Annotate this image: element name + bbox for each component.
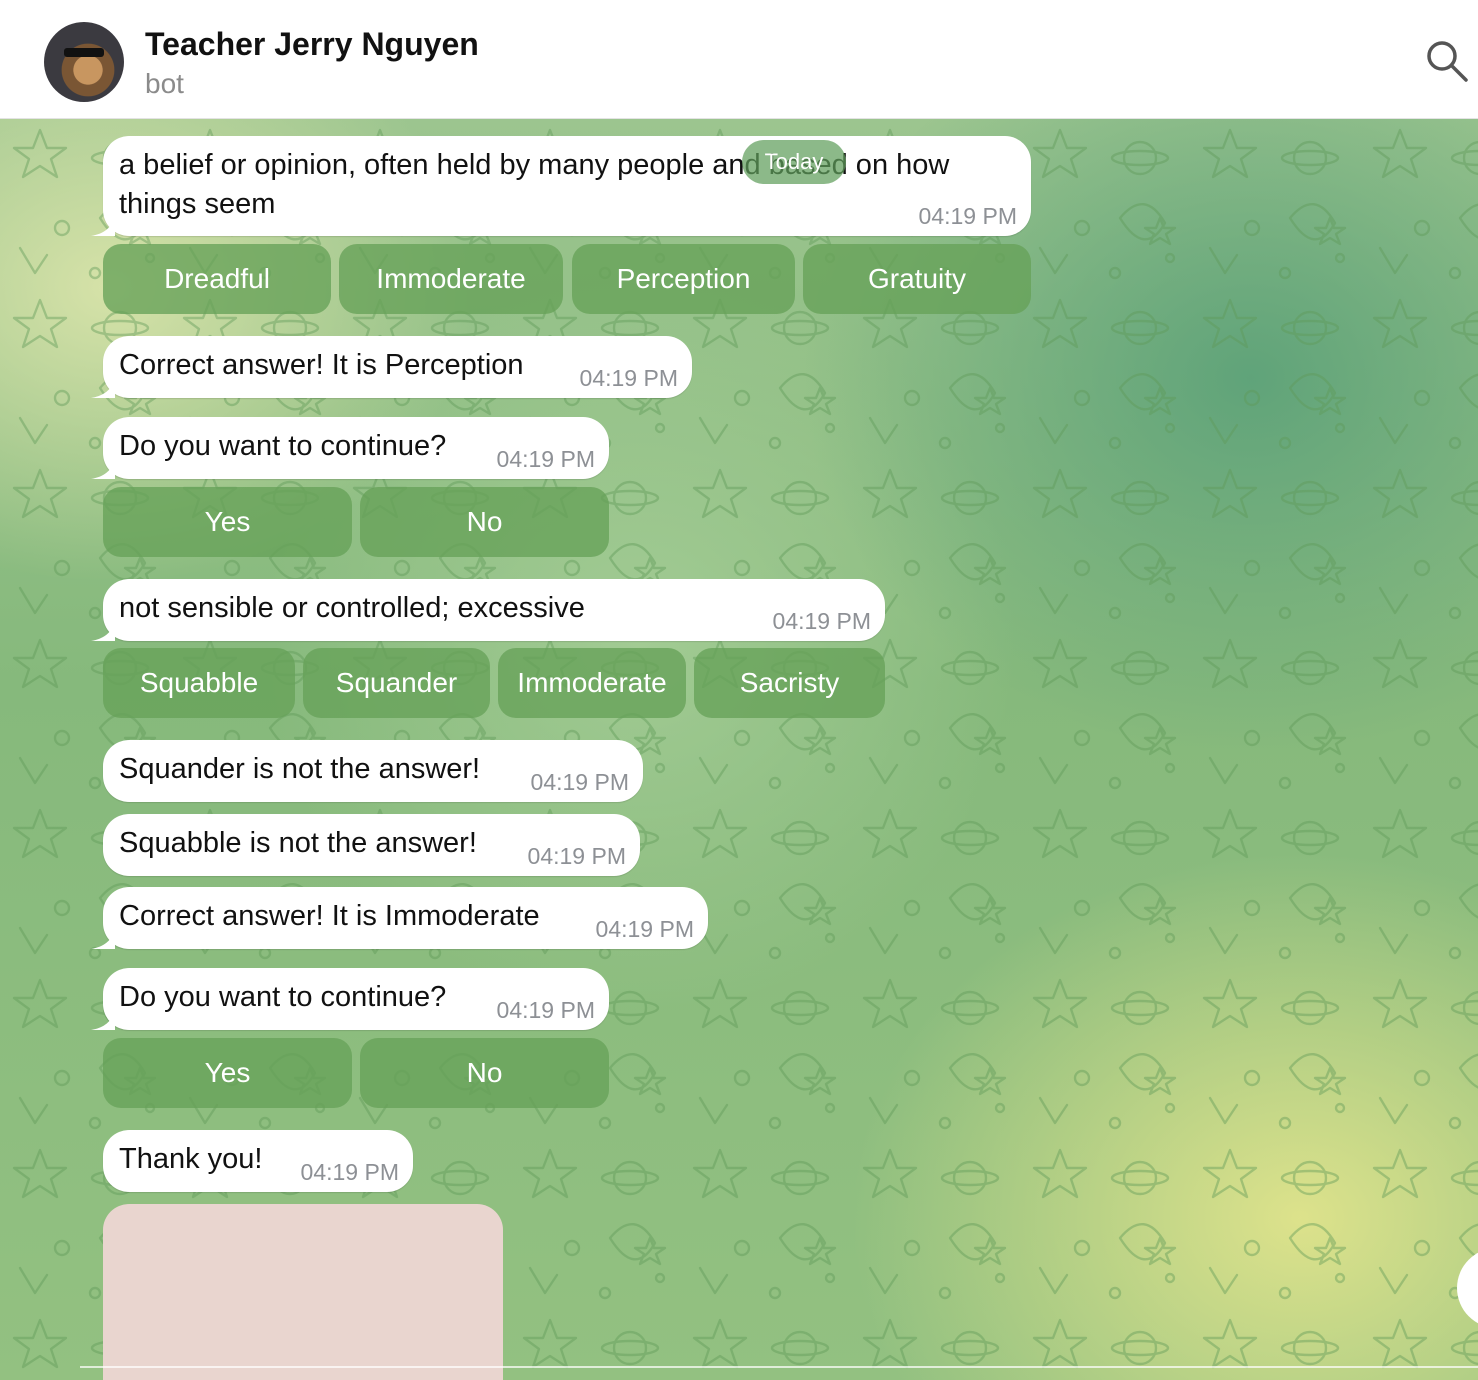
message-bubble[interactable]: Do you want to continue? 04:19 PM bbox=[91, 968, 609, 1030]
bubble-tail bbox=[91, 457, 115, 479]
chat-subtitle: bot bbox=[145, 68, 184, 99]
message-text: Do you want to continue? bbox=[119, 430, 447, 462]
message-text: Thank you! bbox=[119, 1143, 263, 1175]
message-bubble[interactable]: Do you want to continue? 04:19 PM bbox=[91, 417, 609, 479]
message-text: Do you want to continue? bbox=[119, 981, 447, 1013]
answer-button-sacristy[interactable]: Sacristy bbox=[694, 648, 885, 718]
chat-area[interactable]: Today a belief or opinion, often held by… bbox=[0, 118, 1478, 1380]
message-bubble[interactable]: Thank you! 04:19 PM bbox=[103, 1130, 413, 1192]
message-bubble[interactable]: Correct answer! It is Immoderate 04:19 P… bbox=[91, 887, 708, 949]
message-time: 04:19 PM bbox=[530, 769, 629, 795]
message-bubble[interactable]: Squabble is not the answer! 04:19 PM bbox=[103, 814, 640, 876]
bubble-tail bbox=[91, 619, 115, 641]
bubble-tail bbox=[91, 214, 115, 236]
answer-button-gratuity[interactable]: Gratuity bbox=[803, 244, 1031, 314]
message-bubble[interactable]: not sensible or controlled; excessive 04… bbox=[91, 579, 885, 641]
answer-button-immoderate[interactable]: Immoderate bbox=[498, 648, 686, 718]
bubble-tail bbox=[91, 1008, 115, 1030]
date-pill: Today bbox=[742, 140, 846, 184]
no-button[interactable]: No bbox=[360, 487, 609, 557]
message-time: 04:19 PM bbox=[496, 446, 595, 472]
answer-button-squander[interactable]: Squander bbox=[303, 648, 490, 718]
bubble-tail bbox=[91, 376, 115, 398]
search-icon[interactable] bbox=[1424, 38, 1470, 84]
message-text: Squander is not the answer! bbox=[119, 753, 481, 785]
message-text: not sensible or controlled; excessive bbox=[119, 592, 585, 624]
message-time: 04:19 PM bbox=[595, 916, 694, 942]
message-text: Correct answer! It is Immoderate bbox=[119, 900, 540, 932]
message-bubble[interactable]: Squander is not the answer! 04:19 PM bbox=[103, 740, 643, 802]
answer-button-immoderate[interactable]: Immoderate bbox=[339, 244, 563, 314]
answer-button-squabble[interactable]: Squabble bbox=[103, 648, 295, 718]
yes-button[interactable]: Yes bbox=[103, 487, 352, 557]
message-time: 04:19 PM bbox=[300, 1159, 399, 1185]
message-bubble[interactable]: Correct answer! It is Perception 04:19 P… bbox=[91, 336, 692, 398]
message-text-line2: things seem bbox=[119, 188, 276, 220]
message-text: Squabble is not the answer! bbox=[119, 827, 477, 859]
message-time: 04:19 PM bbox=[496, 997, 595, 1023]
no-button[interactable]: No bbox=[360, 1038, 609, 1108]
message-bubble[interactable]: a belief or opinion, often held by many … bbox=[91, 136, 1031, 236]
message-time: 04:19 PM bbox=[527, 843, 626, 869]
bot-avatar[interactable] bbox=[44, 22, 124, 102]
message-time: 04:19 PM bbox=[579, 365, 678, 391]
message-time: 04:19 PM bbox=[918, 203, 1017, 229]
bubble-tail bbox=[91, 927, 115, 949]
message-time: 04:19 PM bbox=[772, 608, 871, 634]
chat-header: Teacher Jerry Nguyen bot bbox=[0, 0, 1478, 119]
media-message-thumbnail[interactable] bbox=[103, 1204, 503, 1380]
message-text: Correct answer! It is Perception bbox=[119, 349, 524, 381]
yes-button[interactable]: Yes bbox=[103, 1038, 352, 1108]
divider bbox=[80, 1366, 1478, 1368]
avatar-sunglasses bbox=[64, 48, 104, 57]
chat-title[interactable]: Teacher Jerry Nguyen bbox=[145, 26, 479, 63]
answer-button-perception[interactable]: Perception bbox=[572, 244, 795, 314]
answer-button-dreadful[interactable]: Dreadful bbox=[103, 244, 331, 314]
